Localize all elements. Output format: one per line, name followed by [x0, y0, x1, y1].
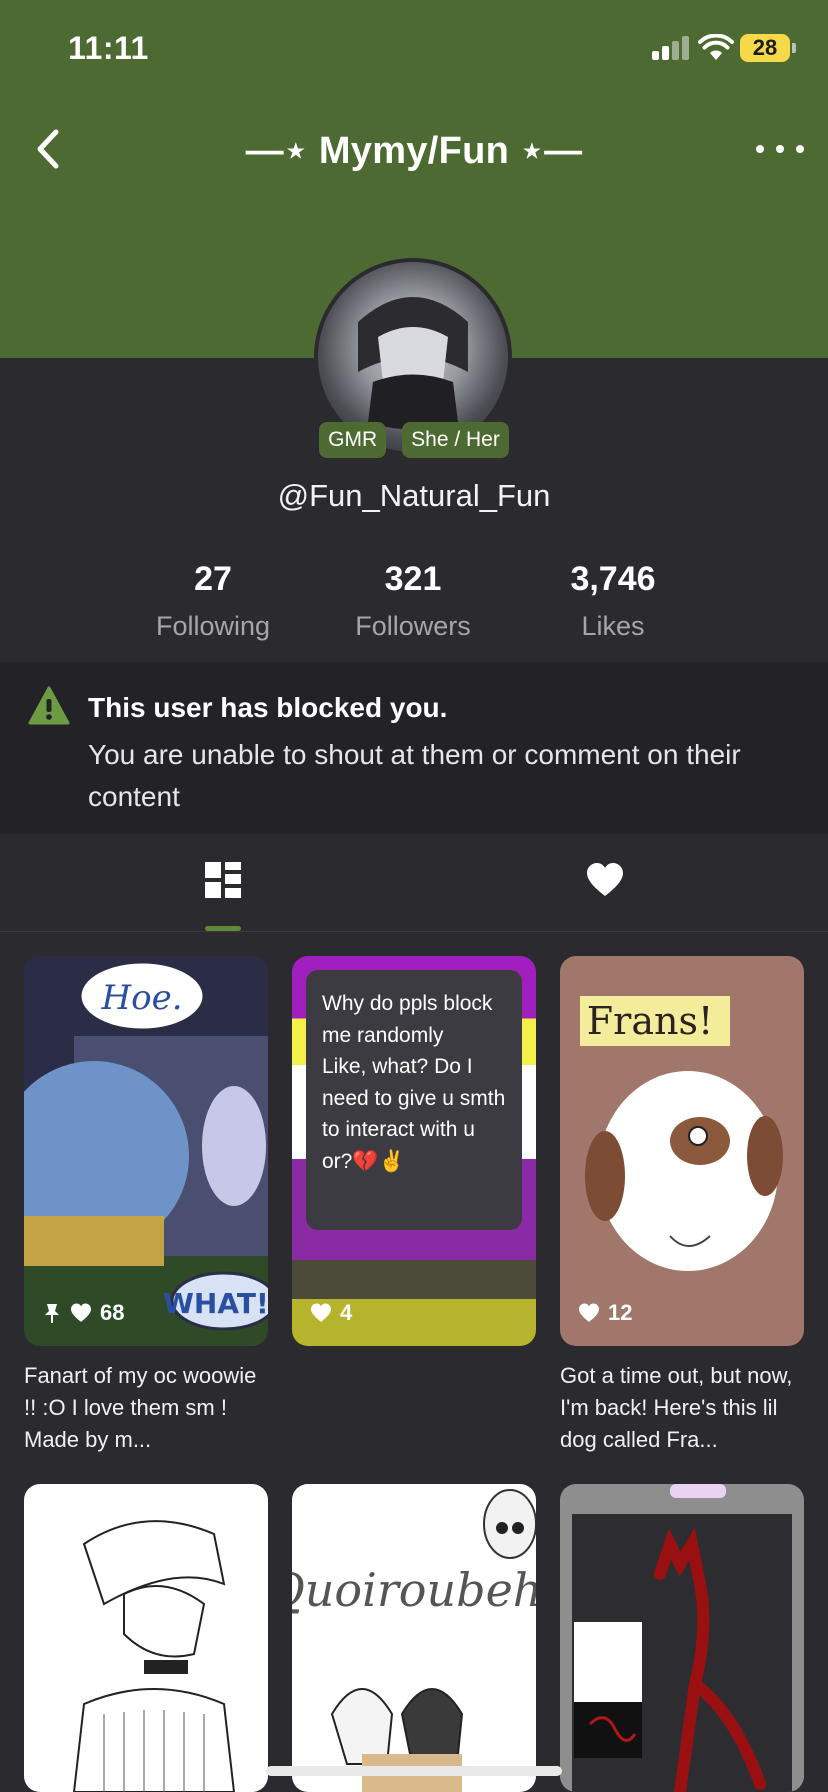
- home-indicator[interactable]: [266, 1766, 562, 1776]
- badge-pronouns: She / Her: [402, 422, 509, 458]
- post-thumbnail: [560, 1484, 804, 1792]
- active-tab-indicator: [205, 926, 241, 931]
- heart-icon: [311, 1303, 331, 1322]
- status-time: 11:11: [68, 30, 149, 66]
- stat-label: Likes: [581, 611, 645, 641]
- battery-cap: [792, 43, 796, 53]
- post-card[interactable]: Quoiroubeh!: [292, 1484, 536, 1792]
- more-dot: [756, 145, 764, 153]
- stat-likes[interactable]: 3,746 Likes: [513, 560, 713, 642]
- post-thumbnail: Hoe. WHAT!? 68: [24, 956, 268, 1346]
- like-count: 68: [100, 1300, 125, 1325]
- pin-icon: [45, 1304, 59, 1323]
- post-card[interactable]: [24, 1484, 268, 1792]
- profile-badges: GMR She / Her: [0, 422, 828, 458]
- more-options-button[interactable]: [756, 134, 804, 164]
- stat-value: 3,746: [570, 560, 656, 598]
- like-count: 12: [608, 1300, 633, 1325]
- art-text: Hoe.: [100, 978, 182, 1018]
- post-art: Quoiroubeh!: [292, 1489, 536, 1792]
- tab-posts[interactable]: [200, 860, 246, 900]
- heart-icon: [71, 1303, 91, 1322]
- wifi-icon: [698, 34, 734, 60]
- blocked-message: You are unable to shout at them or comme…: [88, 739, 741, 812]
- top-navigation: —⋆ Mymy/Fun ⋆—: [0, 110, 828, 190]
- stat-value: 27: [194, 560, 232, 598]
- stat-label: Followers: [355, 611, 471, 641]
- heart-icon: [579, 1303, 599, 1322]
- blocked-title: This user has blocked you.: [88, 692, 448, 723]
- post-card[interactable]: Frans! 12: [560, 956, 804, 1346]
- battery-indicator: 28: [740, 34, 790, 62]
- post-caption[interactable]: Fanart of my oc woowie !! :O I love them…: [24, 1360, 268, 1456]
- post-card[interactable]: Why do ppls block me randomly Like, what…: [292, 956, 536, 1346]
- badge-gmr: GMR: [319, 422, 387, 458]
- post-thumbnail: Quoiroubeh!: [292, 1484, 536, 1792]
- stat-following[interactable]: 27 Following: [113, 560, 313, 642]
- post-card[interactable]: Hoe. WHAT!? 68: [24, 956, 268, 1346]
- profile-stats: 27 Following 321 Followers 3,746 Likes: [0, 560, 828, 650]
- blocked-notice: This user has blocked you. You are unabl…: [0, 662, 828, 834]
- post-art: [72, 1520, 236, 1792]
- warning-icon: [28, 686, 70, 725]
- post-text-note: Why do ppls block me randomly Like, what…: [306, 970, 522, 1230]
- post-meta: 4: [310, 1300, 352, 1326]
- stat-followers[interactable]: 321 Followers: [313, 560, 513, 642]
- post-thumbnail: [24, 1484, 268, 1792]
- post-art: Hoe. WHAT!?: [24, 956, 268, 1346]
- stat-value: 321: [384, 560, 442, 598]
- tab-likes[interactable]: [586, 862, 624, 898]
- post-thumbnail: Why do ppls block me randomly Like, what…: [292, 956, 536, 1346]
- more-dot: [796, 145, 804, 153]
- post-thumbnail: Frans! 12: [560, 956, 804, 1346]
- post-meta: 68: [42, 1300, 124, 1326]
- content-tabs: [0, 834, 828, 932]
- post-art: Frans!: [580, 996, 783, 1271]
- post-meta: 12: [578, 1300, 632, 1326]
- signal-icon: [652, 36, 690, 60]
- art-text: Quoiroubeh!: [292, 1563, 536, 1617]
- status-bar: 11:11 28: [0, 0, 828, 100]
- art-text: Frans!: [587, 999, 713, 1043]
- post-art: [572, 1484, 792, 1792]
- more-dot: [776, 145, 784, 153]
- username: @Fun_Natural_Fun: [277, 478, 551, 513]
- like-count: 4: [340, 1300, 353, 1325]
- post-caption[interactable]: Got a time out, but now, I'm back! Here'…: [560, 1360, 804, 1456]
- page-title: —⋆ Mymy/Fun ⋆—: [245, 130, 583, 172]
- post-card[interactable]: [560, 1484, 804, 1792]
- art-text: WHAT!?: [163, 1287, 268, 1320]
- stat-label: Following: [155, 611, 271, 641]
